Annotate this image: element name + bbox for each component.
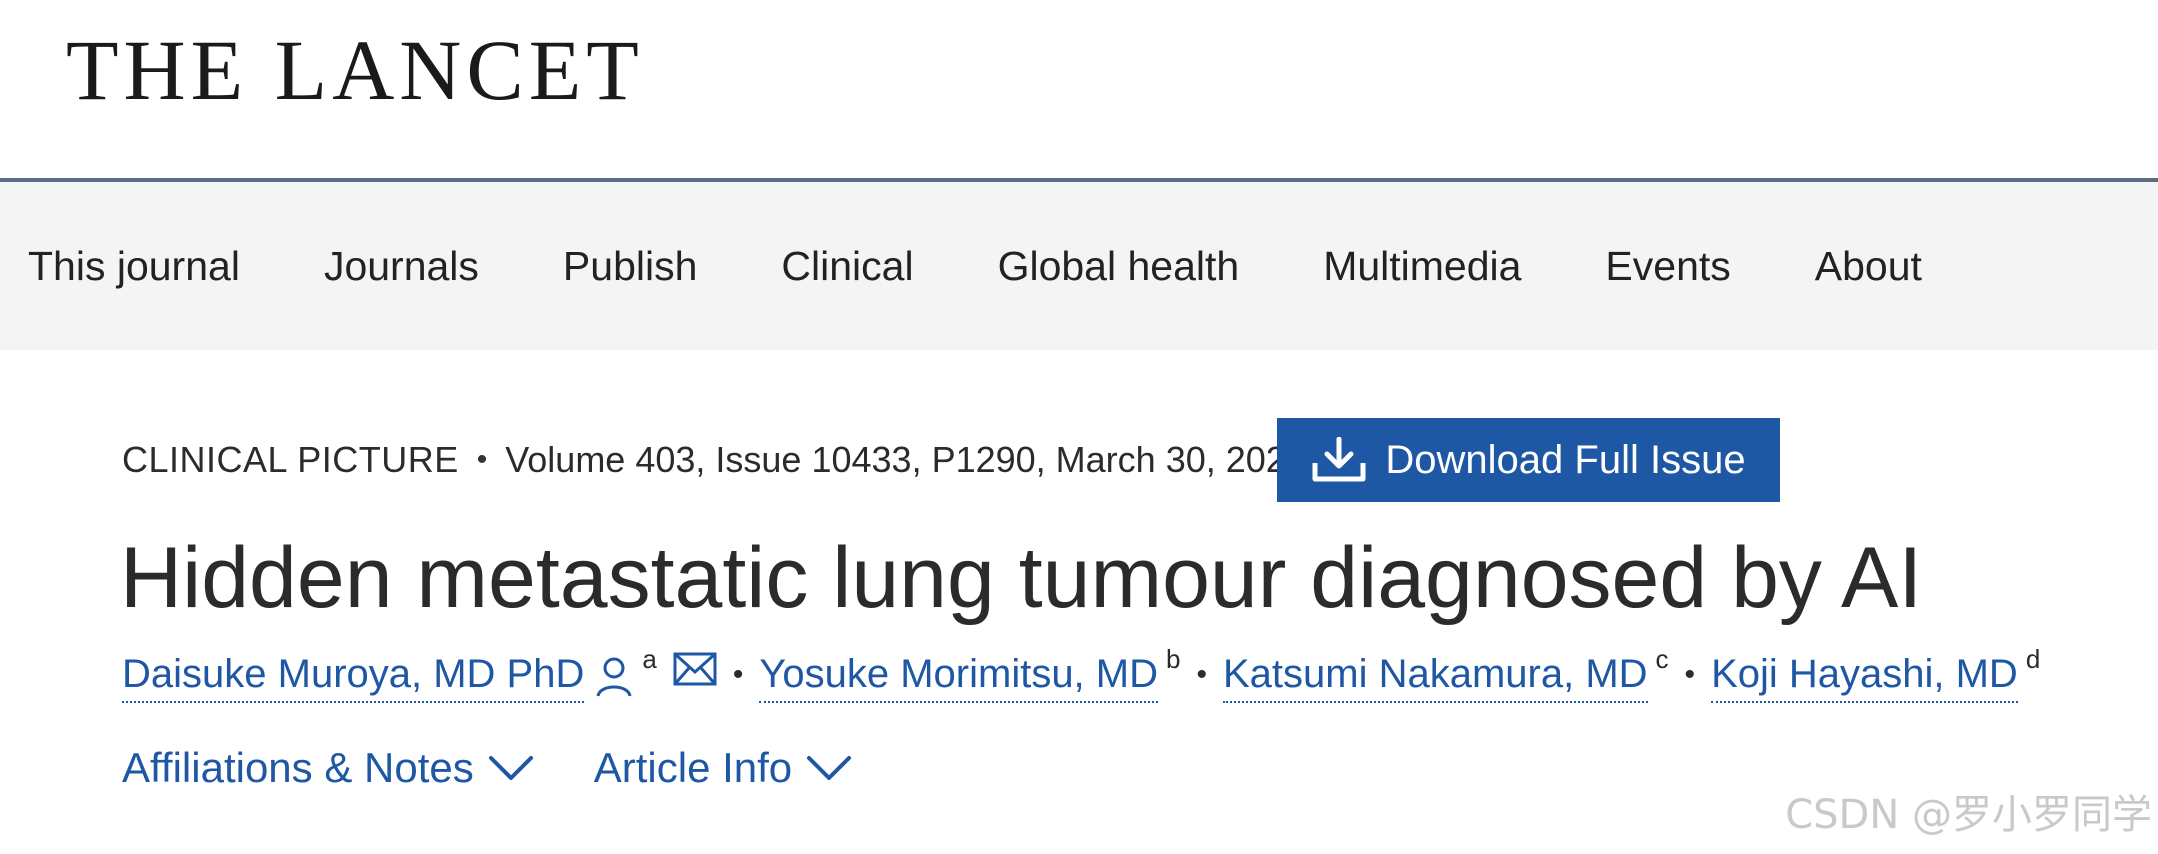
- affiliation-marker: c: [1655, 644, 1669, 674]
- masthead: THE LANCET: [0, 0, 2158, 180]
- download-icon: [1312, 437, 1366, 482]
- nav-item-this-journal[interactable]: This journal: [0, 243, 268, 290]
- nav-item-publish[interactable]: Publish: [535, 243, 725, 290]
- affiliation-marker: b: [1166, 644, 1181, 674]
- author-link[interactable]: Daisuke Muroya, MD PhD: [122, 652, 585, 703]
- affiliations-notes-label: Affiliations & Notes: [122, 744, 474, 791]
- lancet-logo[interactable]: THE LANCET: [66, 20, 644, 120]
- chevron-down-icon: [807, 756, 852, 780]
- article-info-toggle[interactable]: Article Info: [594, 744, 852, 792]
- author-link[interactable]: Katsumi Nakamura, MD: [1222, 652, 1648, 703]
- author-link[interactable]: Koji Hayashi, MD: [1711, 652, 2018, 703]
- main-nav: This journal Journals Publish Clinical G…: [0, 182, 2158, 350]
- nav-item-multimedia[interactable]: Multimedia: [1295, 243, 1549, 290]
- author-separator: •: [1196, 658, 1207, 691]
- article-title: Hidden metastatic lung tumour diagnosed …: [120, 530, 1923, 626]
- volume-issue-link[interactable]: Volume 403, Issue 10433: [505, 439, 911, 481]
- mail-icon[interactable]: [673, 652, 717, 686]
- article-type: CLINICAL PICTURE: [122, 439, 459, 480]
- author-list: Daisuke Muroya, MD PhD a • Yosuke Morimi…: [122, 644, 2040, 722]
- chevron-down-icon: [488, 756, 533, 780]
- download-button-label: Download Full Issue: [1385, 437, 1746, 482]
- nav-item-about[interactable]: About: [1787, 243, 1950, 290]
- page-date: , P1290, March 30, 2024: [911, 439, 1306, 480]
- author-separator: •: [732, 658, 744, 691]
- nav-item-journals[interactable]: Journals: [296, 243, 507, 290]
- article-info-label: Article Info: [593, 744, 793, 791]
- affiliation-marker: d: [2025, 644, 2041, 674]
- watermark: CSDN @罗小罗同学: [1785, 792, 2152, 838]
- article-meta: CLINICAL PICTURE • Volume 403, Issue 104…: [122, 418, 1306, 502]
- nav-item-global-health[interactable]: Global health: [970, 243, 1268, 290]
- meta-separator: •: [476, 443, 488, 476]
- person-icon[interactable]: [594, 656, 634, 698]
- author-link[interactable]: Yosuke Morimitsu, MD: [759, 652, 1158, 703]
- download-full-issue-button[interactable]: Download Full Issue: [1277, 418, 1780, 502]
- article-expanders: Affiliations & Notes Article Info: [122, 744, 912, 792]
- nav-item-events[interactable]: Events: [1577, 243, 1758, 290]
- author-separator: •: [1684, 658, 1696, 691]
- affiliations-notes-toggle[interactable]: Affiliations & Notes: [122, 744, 534, 792]
- nav-item-clinical[interactable]: Clinical: [753, 243, 941, 290]
- affiliation-marker: a: [642, 644, 657, 674]
